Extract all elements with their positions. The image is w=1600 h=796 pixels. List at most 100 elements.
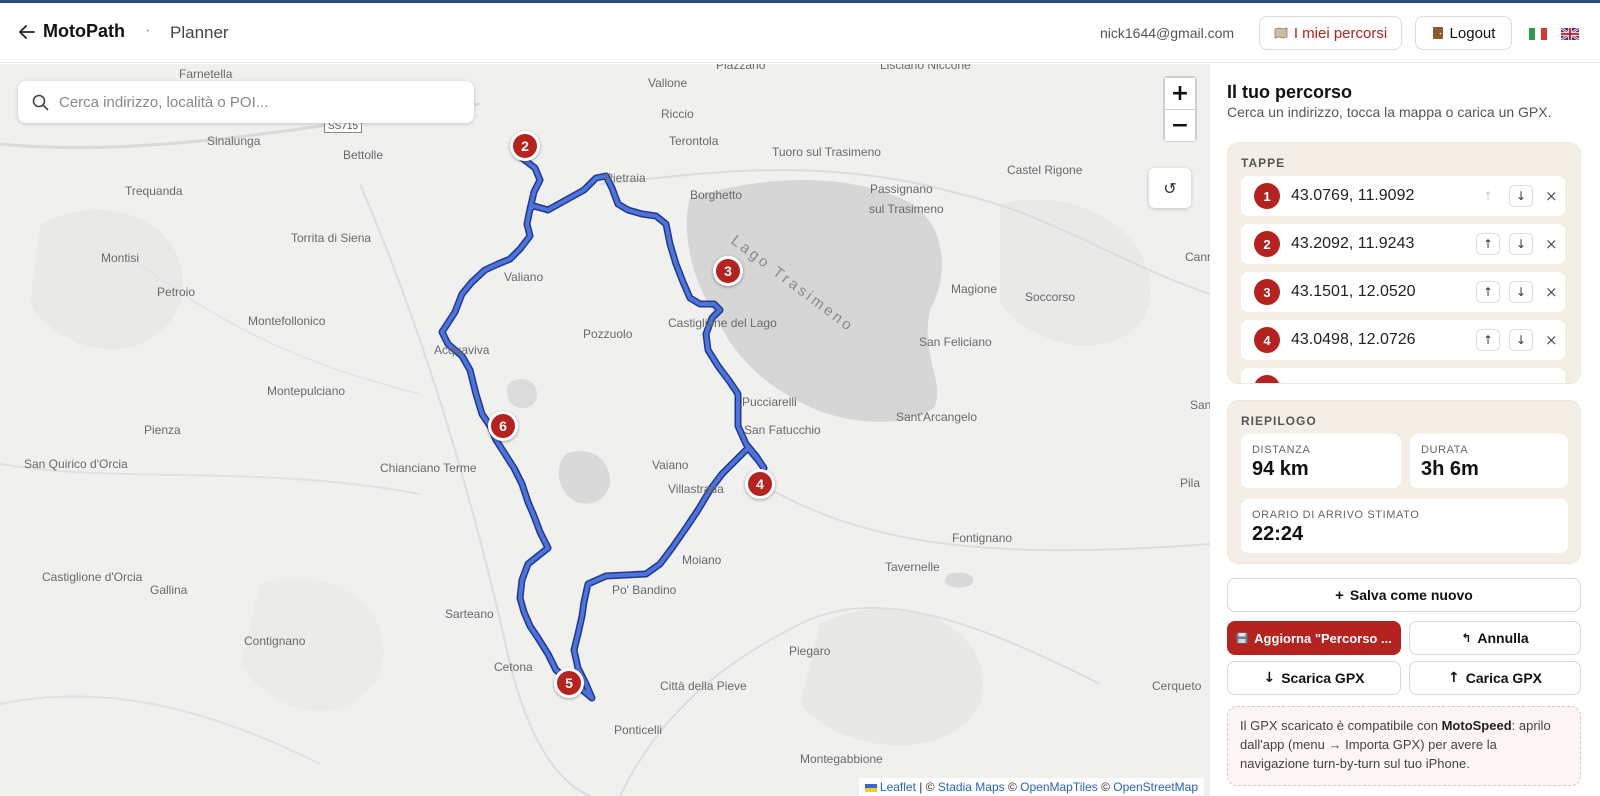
town-label: Castel Rigone bbox=[1007, 163, 1083, 177]
stop-coords: 43.0498, 12.0726 bbox=[1291, 331, 1416, 348]
map-search-box bbox=[18, 81, 474, 123]
door-icon bbox=[1432, 27, 1443, 39]
town-label: Po' Bandino bbox=[612, 583, 677, 597]
stop-coords: 43.1501, 12.0520 bbox=[1291, 283, 1416, 300]
town-label: Contignano bbox=[244, 634, 306, 648]
town-label: Vallone bbox=[648, 76, 688, 90]
brand-logo-text[interactable]: MotoPath bbox=[43, 21, 125, 42]
stops-title: TAPPE bbox=[1241, 156, 1286, 170]
route-marker-6[interactable]: 6 bbox=[488, 411, 518, 441]
town-label: Gallina bbox=[150, 583, 188, 597]
town-label: Farnetella bbox=[179, 67, 233, 81]
leaflet-link[interactable]: Leaflet bbox=[880, 780, 916, 794]
panel-title: Il tuo percorso bbox=[1227, 82, 1353, 102]
download-gpx-label: Scarica GPX bbox=[1281, 670, 1365, 686]
remove-stop-icon[interactable]: × bbox=[1545, 235, 1558, 253]
town-label: Montepulciano bbox=[267, 384, 346, 398]
town-label: Tavernelle bbox=[885, 560, 940, 574]
route-marker-4[interactable]: 4 bbox=[745, 469, 775, 499]
back-arrow-icon[interactable] bbox=[18, 23, 36, 41]
remove-stop-icon[interactable]: × bbox=[1545, 283, 1558, 301]
map-attribution: Leaflet | © Stadia Maps © OpenMapTiles ©… bbox=[858, 778, 1204, 796]
town-label: Sarteano bbox=[445, 607, 494, 621]
move-down-button[interactable]: ↓ bbox=[1509, 329, 1533, 351]
town-label: Fontignano bbox=[952, 531, 1013, 545]
duration-stat: DURATA 3h 6m bbox=[1410, 434, 1568, 488]
town-label: Soccorso bbox=[1025, 290, 1076, 304]
town-label: Terontola bbox=[669, 134, 719, 148]
logout-button[interactable]: Logout bbox=[1415, 16, 1512, 50]
stop-row[interactable]: 3 43.1501, 12.0520 ↑ ↓ × bbox=[1241, 272, 1565, 312]
town-label: Torrita di Siena bbox=[291, 231, 372, 245]
note-brand: MotoSpeed bbox=[1441, 718, 1512, 733]
stop-row[interactable]: 1 43.0769, 11.9092 ↑ ↓ × bbox=[1241, 176, 1565, 216]
town-label: Cerqueto bbox=[1152, 679, 1202, 693]
town-label: Santa S bbox=[1190, 398, 1210, 412]
route-panel: Il tuo percorso Cerca un indirizzo, tocc… bbox=[1210, 64, 1600, 796]
route-marker-5[interactable]: 5 bbox=[554, 668, 584, 698]
download-gpx-button[interactable]: ↓ Scarica GPX bbox=[1227, 661, 1401, 695]
download-arrow-icon: ↓ bbox=[1263, 670, 1276, 686]
update-route-button[interactable]: Aggiorna "Percorso ... bbox=[1227, 621, 1401, 655]
user-email: nick1644@gmail.com bbox=[1100, 25, 1235, 41]
town-label: Pietraia bbox=[605, 171, 646, 185]
copyright-symbol: © bbox=[1007, 780, 1017, 794]
cancel-label: Annulla bbox=[1477, 630, 1529, 646]
town-label: Cann bbox=[1185, 250, 1210, 264]
move-up-button[interactable]: ↑ bbox=[1476, 329, 1500, 351]
copyright-symbol: © bbox=[925, 780, 935, 794]
route-marker-2[interactable]: 2 bbox=[510, 131, 540, 161]
cancel-button[interactable]: ↰ Annulla bbox=[1409, 621, 1581, 655]
stadia-link[interactable]: Stadia Maps bbox=[938, 780, 1005, 794]
reset-view-button[interactable]: ↺ bbox=[1149, 168, 1191, 208]
move-up-button[interactable]: ↑ bbox=[1476, 281, 1500, 303]
openmaptiles-link[interactable]: OpenMapTiles bbox=[1020, 780, 1098, 794]
zoom-in-button[interactable]: + bbox=[1165, 78, 1195, 109]
move-down-button[interactable]: ↓ bbox=[1509, 185, 1533, 207]
remove-stop-icon[interactable]: × bbox=[1545, 331, 1558, 349]
stop-number: 2 bbox=[1254, 231, 1280, 257]
remove-stop-icon[interactable]: × bbox=[1545, 187, 1558, 205]
town-label: San Fatucchio bbox=[744, 423, 821, 437]
plus-icon: + bbox=[1335, 586, 1344, 604]
save-as-new-button[interactable]: + Salva come nuovo bbox=[1227, 578, 1581, 612]
move-up-button[interactable]: ↑ bbox=[1476, 233, 1500, 255]
stop-row-partial[interactable] bbox=[1241, 368, 1565, 383]
search-input[interactable] bbox=[59, 93, 449, 111]
town-label: San Feliciano bbox=[919, 335, 992, 349]
town-label: Moiano bbox=[682, 553, 722, 567]
stop-row[interactable]: 4 43.0498, 12.0726 ↑ ↓ × bbox=[1241, 320, 1565, 360]
move-down-button[interactable]: ↓ bbox=[1509, 281, 1533, 303]
town-label: Città della Pieve bbox=[660, 679, 747, 693]
town-label: Sinalunga bbox=[207, 134, 261, 148]
town-label: Riccio bbox=[661, 107, 694, 121]
stops-card: TAPPE 1 43.0769, 11.9092 ↑ ↓ × 2 43.2092… bbox=[1227, 142, 1581, 384]
town-label: Lisciano Niccone bbox=[880, 64, 971, 72]
town-label: Pozzuolo bbox=[583, 327, 633, 341]
town-label: Bettolle bbox=[343, 148, 384, 162]
move-up-button[interactable]: ↑ bbox=[1476, 185, 1500, 207]
stop-row[interactable]: 2 43.2092, 11.9243 ↑ ↓ × bbox=[1241, 224, 1565, 264]
zoom-control: + − bbox=[1163, 76, 1197, 142]
town-label: Borghetto bbox=[690, 188, 743, 202]
route-marker-3[interactable]: 3 bbox=[713, 256, 743, 286]
logout-label: Logout bbox=[1449, 24, 1496, 42]
uk-flag-icon[interactable] bbox=[1561, 28, 1579, 40]
my-routes-button[interactable]: I miei percorsi bbox=[1259, 16, 1402, 50]
summary-title: RIEPILOGO bbox=[1241, 414, 1317, 428]
italian-flag-icon[interactable] bbox=[1529, 28, 1547, 40]
openstreetmap-link[interactable]: OpenStreetMap bbox=[1113, 780, 1198, 794]
page-section-title: Planner bbox=[170, 23, 229, 42]
my-routes-label: I miei percorsi bbox=[1293, 24, 1388, 42]
route-map[interactable]: SS715 Farnetella Vallone Piazzano Liscia… bbox=[0, 64, 1210, 796]
upload-arrow-icon: ↑ bbox=[1448, 670, 1460, 686]
note-text-before: Il GPX scaricato è compatibile con bbox=[1240, 718, 1442, 733]
town-label: Tuoro sul Trasimeno bbox=[772, 145, 881, 159]
move-down-button[interactable]: ↓ bbox=[1509, 233, 1533, 255]
stop-coords: 43.0769, 11.9092 bbox=[1291, 187, 1415, 204]
town-label: Castiglione del Lago bbox=[668, 316, 777, 330]
attribution-separator: | bbox=[919, 780, 923, 794]
upload-gpx-button[interactable]: ↑ Carica GPX bbox=[1409, 661, 1581, 695]
town-label: Magione bbox=[951, 282, 998, 296]
zoom-out-button[interactable]: − bbox=[1165, 110, 1195, 141]
